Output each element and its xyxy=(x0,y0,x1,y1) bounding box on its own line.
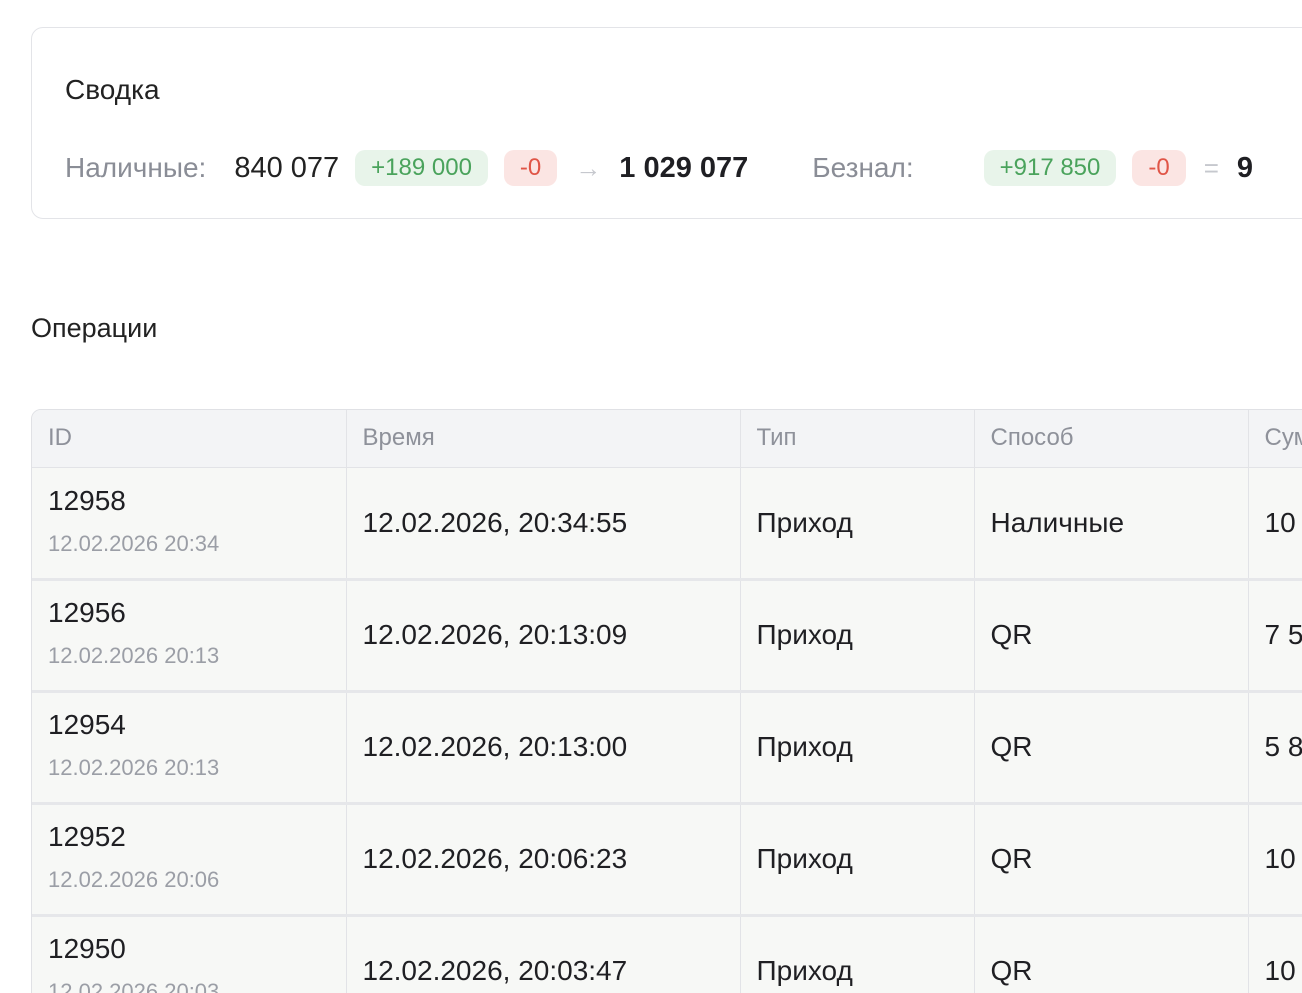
cell-id: 12956 12.02.2026 20:13 xyxy=(32,579,347,693)
summary-card: Сводка Наличные: 840 077 +189 000 -0 → 1… xyxy=(31,27,1302,219)
cashless-income-badge: +917 850 xyxy=(983,150,1117,186)
cashless-expense-badge: -0 xyxy=(1132,150,1186,186)
cashless-label: Безнал: xyxy=(812,152,914,183)
cell-id: 12954 12.02.2026 20:13 xyxy=(32,691,347,805)
cell-id: 12958 12.02.2026 20:34 xyxy=(32,467,347,581)
operations-table: ID Время Тип Способ Сум 12958 12.02.2026… xyxy=(31,409,1302,993)
equals-sign: = xyxy=(1203,152,1219,183)
column-header-type[interactable]: Тип xyxy=(740,410,975,468)
operation-id: 12956 xyxy=(48,597,126,628)
cash-label: Наличные: xyxy=(65,152,207,183)
arrow-right-icon: → xyxy=(575,152,602,183)
cell-time: 12.02.2026, 20:06:23 xyxy=(346,803,741,917)
operation-id: 12958 xyxy=(48,484,126,516)
cell-sum: 10 xyxy=(1248,467,1302,581)
cell-type: Приход xyxy=(740,467,975,581)
cell-type: Приход xyxy=(740,691,975,805)
cell-method: QR xyxy=(974,691,1249,805)
cell-sum: 7 5 xyxy=(1248,579,1302,693)
cashless-end-value: 9 xyxy=(1236,151,1254,184)
summary-row: Наличные: 840 077 +189 000 -0 → 1 029 07… xyxy=(65,150,1253,186)
operation-created: 12.02.2026 20:13 xyxy=(48,643,220,668)
table-row[interactable]: 12956 12.02.2026 20:13 12.02.2026, 20:13… xyxy=(32,579,1302,693)
summary-title: Сводка xyxy=(65,74,160,105)
cell-id: 12950 12.02.2026 20:03 xyxy=(32,915,347,993)
column-header-method[interactable]: Способ xyxy=(974,410,1249,468)
cash-expense-badge: -0 xyxy=(503,150,558,186)
cell-method: QR xyxy=(974,915,1249,993)
cell-type: Приход xyxy=(740,579,975,693)
cash-end-value: 1 029 077 xyxy=(619,151,749,184)
cell-method: QR xyxy=(974,803,1249,917)
cell-type: Приход xyxy=(740,803,975,917)
cash-income-badge: +189 000 xyxy=(355,150,488,186)
table-row[interactable]: 12952 12.02.2026 20:06 12.02.2026, 20:06… xyxy=(32,803,1302,917)
operation-created: 12.02.2026 20:13 xyxy=(48,755,220,780)
cell-method: QR xyxy=(974,579,1249,693)
operation-id: 12950 xyxy=(48,933,126,964)
cell-method: Наличные xyxy=(974,467,1249,581)
table-row[interactable]: 12958 12.02.2026 20:34 12.02.2026, 20:34… xyxy=(32,467,1302,581)
cell-time: 12.02.2026, 20:13:00 xyxy=(346,691,741,805)
operation-created: 12.02.2026 20:06 xyxy=(48,867,220,892)
column-header-time[interactable]: Время xyxy=(346,410,741,468)
cell-time: 12.02.2026, 20:03:47 xyxy=(346,915,741,993)
table-header-row: ID Время Тип Способ Сум xyxy=(32,410,1302,468)
table-row[interactable]: 12954 12.02.2026 20:13 12.02.2026, 20:13… xyxy=(32,691,1302,805)
column-header-id[interactable]: ID xyxy=(32,410,347,468)
column-header-sum[interactable]: Сум xyxy=(1248,410,1302,468)
table-row[interactable]: 12950 12.02.2026 20:03 12.02.2026, 20:03… xyxy=(32,915,1302,993)
operations-title: Операции xyxy=(31,313,158,343)
operation-created: 12.02.2026 20:34 xyxy=(48,530,220,556)
cell-id: 12952 12.02.2026 20:06 xyxy=(32,803,347,917)
cell-sum: 5 8 xyxy=(1248,691,1302,805)
cell-time: 12.02.2026, 20:34:55 xyxy=(346,467,741,581)
cell-sum: 10 xyxy=(1248,803,1302,917)
cell-sum: 10 xyxy=(1248,915,1302,993)
operation-created: 12.02.2026 20:03 xyxy=(48,979,220,993)
cash-start-value: 840 077 xyxy=(234,151,340,184)
operation-id: 12954 xyxy=(48,709,126,740)
page: Сводка Наличные: 840 077 +189 000 -0 → 1… xyxy=(0,0,1302,993)
operation-id: 12952 xyxy=(48,821,126,852)
cell-time: 12.02.2026, 20:13:09 xyxy=(346,579,741,693)
cell-type: Приход xyxy=(740,915,975,993)
